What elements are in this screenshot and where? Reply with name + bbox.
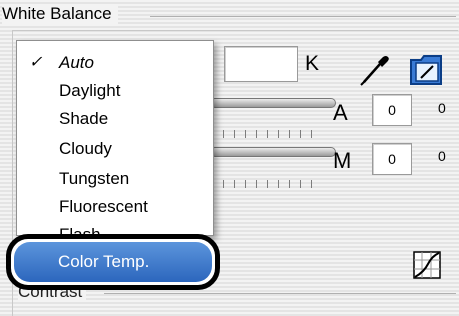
menu-item-fluorescent[interactable]: Fluorescent bbox=[17, 195, 213, 219]
tint-m-ticks bbox=[212, 180, 320, 188]
group-title: White Balance bbox=[2, 4, 118, 24]
tint-m-letter: M bbox=[333, 148, 352, 173]
contrast-divider bbox=[104, 293, 456, 294]
folder-icon[interactable] bbox=[407, 50, 447, 88]
menu-item-shade[interactable]: Shade bbox=[17, 107, 213, 131]
group-divider bbox=[150, 16, 456, 17]
tint-a-side-value: 0 bbox=[438, 100, 446, 116]
menu-item-auto[interactable]: ✓ Auto bbox=[17, 51, 213, 75]
tint-a-ticks bbox=[212, 130, 320, 138]
menu-item-cloudy[interactable]: Cloudy bbox=[17, 137, 213, 161]
checkmark-icon: ✓ bbox=[29, 54, 43, 71]
kelvin-unit-label: K bbox=[305, 52, 320, 75]
menu-item-tungsten[interactable]: Tungsten bbox=[17, 167, 213, 191]
menu-item-label: Auto bbox=[59, 53, 94, 72]
white-balance-menu: ✓ Auto Daylight Shade Cloudy Tungsten Fl… bbox=[16, 40, 214, 236]
temperature-field[interactable] bbox=[224, 46, 298, 82]
tone-curve-icon[interactable] bbox=[412, 250, 442, 280]
menu-item-color-temp[interactable]: Color Temp. bbox=[14, 242, 212, 282]
tint-a-slider[interactable] bbox=[210, 98, 336, 108]
tint-a-letter: A bbox=[333, 100, 348, 125]
eyedropper-icon[interactable] bbox=[356, 50, 394, 88]
tint-m-side-value: 0 bbox=[438, 148, 446, 164]
menu-item-daylight[interactable]: Daylight bbox=[17, 79, 213, 103]
tint-m-field[interactable]: 0 bbox=[372, 143, 412, 175]
tint-m-slider[interactable] bbox=[210, 147, 336, 157]
tint-a-field[interactable]: 0 bbox=[372, 94, 412, 126]
